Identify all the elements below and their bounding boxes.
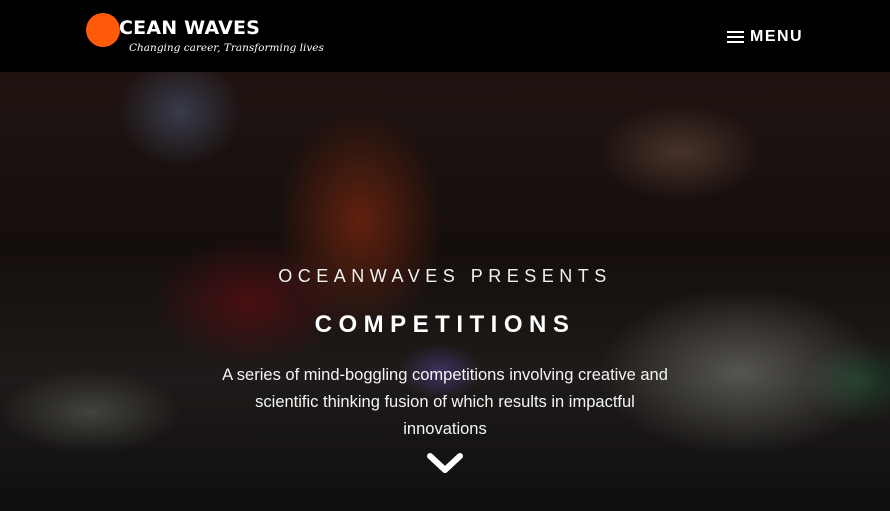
hamburger-icon <box>727 30 744 44</box>
logo-tagline: Changing career, Transforming lives <box>129 42 324 54</box>
logo-circle-icon <box>86 13 120 47</box>
site-logo[interactable]: CEAN WAVES Changing career, Transforming… <box>86 12 324 60</box>
chevron-down-icon[interactable] <box>425 449 465 479</box>
hero-description: A series of mind-boggling competitions i… <box>222 366 668 438</box>
hero-content: OCEANWAVES PRESENTS COMPETITIONS A serie… <box>0 72 890 511</box>
logo-name: CEAN WAVES <box>119 17 261 39</box>
top-navbar: CEAN WAVES Changing career, Transforming… <box>0 0 890 72</box>
hero-section: OCEANWAVES PRESENTS COMPETITIONS A serie… <box>0 72 890 511</box>
menu-button[interactable]: MENU <box>727 26 803 48</box>
hero-eyebrow: OCEANWAVES PRESENTS <box>278 266 612 286</box>
hero-title: COMPETITIONS <box>314 311 576 338</box>
menu-label: MENU <box>750 28 804 45</box>
